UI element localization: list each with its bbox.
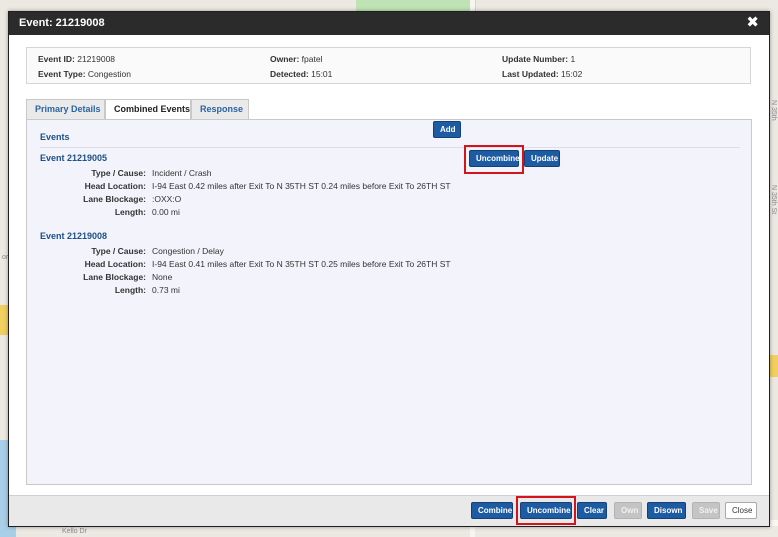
map-label: Kello Dr <box>62 528 87 535</box>
head-location-label: Head Location: <box>84 181 146 191</box>
event-title: Event 21219005 <box>40 153 108 163</box>
event-id-value: 21219008 <box>77 54 116 64</box>
dialog-body: Event ID: 21219008 Event Type: Congestio… <box>9 35 769 495</box>
detected-label: Detected: <box>270 69 309 79</box>
detail-row: Length: 0.00 mi <box>27 207 757 219</box>
owner-field: Owner: fpatel <box>270 54 322 64</box>
detail-row: Lane Blockage: None <box>27 272 757 284</box>
event-type-value: Congestion <box>87 69 131 79</box>
detail-row: Head Location: I-94 East 0.42 miles afte… <box>27 181 757 193</box>
event-id-field: Event ID: 21219008 <box>38 54 115 64</box>
disown-button[interactable]: Disown <box>647 502 686 519</box>
dialog-footer: Combine Uncombine Clear Own Disown Save … <box>9 495 769 526</box>
length-label: Length: <box>114 207 146 217</box>
last-updated-value: 15:02 <box>561 69 583 79</box>
lane-blockage-label: Lane Blockage: <box>83 272 146 282</box>
combine-button[interactable]: Combine <box>471 502 513 519</box>
update-number-value: 1 <box>570 54 576 64</box>
detected-value: 15:01 <box>311 69 333 79</box>
lane-blockage-label: Lane Blockage: <box>83 194 146 204</box>
head-location-value: I-94 East 0.42 miles after Exit To N 35T… <box>152 181 451 191</box>
footer-uncombine-button[interactable]: Uncombine <box>520 502 572 519</box>
update-number-label: Update Number: <box>502 54 569 64</box>
detail-row: Length: 0.73 mi <box>27 285 757 297</box>
detail-row: Type / Cause: Congestion / Delay <box>27 246 757 258</box>
head-location-value: I-94 East 0.41 miles after Exit To N 35T… <box>152 259 451 269</box>
tab-primary-details[interactable]: Primary Details <box>26 99 105 119</box>
owner-label: Owner: <box>270 54 300 64</box>
length-label: Length: <box>114 285 146 295</box>
event-title: Event 21219008 <box>40 231 108 241</box>
events-heading: Events <box>40 132 70 142</box>
type-cause-label: Type / Cause: <box>91 168 146 178</box>
detail-row: Type / Cause: Incident / Crash <box>27 168 757 180</box>
detected-field: Detected: 15:01 <box>270 69 332 79</box>
clear-button[interactable]: Clear <box>577 502 607 519</box>
length-value: 0.73 mi <box>152 285 180 295</box>
map-label: N 35th <box>770 100 777 121</box>
map-highway-segment <box>769 355 778 377</box>
type-cause-value: Incident / Crash <box>152 168 212 178</box>
uncombine-button[interactable]: Uncombine <box>469 150 520 167</box>
save-button[interactable]: Save <box>692 502 720 519</box>
owner-value: fpatel <box>301 54 323 64</box>
event-id-label: Event ID: <box>38 54 75 64</box>
close-icon[interactable]: ✖ <box>746 14 759 32</box>
add-button[interactable]: Add <box>433 121 461 138</box>
detail-row: Lane Blockage: :OXX:O <box>27 194 757 206</box>
event-type-label: Event Type: <box>38 69 86 79</box>
divider <box>40 147 740 148</box>
event-summary: Event ID: 21219008 Event Type: Congestio… <box>26 47 751 84</box>
last-updated-label: Last Updated: <box>502 69 559 79</box>
dialog-title-bar[interactable]: Event: 21219008 ✖ <box>9 12 769 35</box>
map-label: N 35th St <box>770 185 777 215</box>
lane-blockage-value: None <box>152 272 173 282</box>
update-button[interactable]: Update <box>524 150 560 167</box>
detail-row: Head Location: I-94 East 0.41 miles afte… <box>27 259 757 271</box>
close-button[interactable]: Close <box>725 502 757 519</box>
tab-response[interactable]: Response <box>191 99 249 119</box>
dialog-title: Event: 21219008 <box>19 17 105 29</box>
own-button[interactable]: Own <box>614 502 642 519</box>
type-cause-label: Type / Cause: <box>91 246 146 256</box>
last-updated-field: Last Updated: 15:02 <box>502 69 582 79</box>
head-location-label: Head Location: <box>84 259 146 269</box>
event-type-field: Event Type: Congestion <box>38 69 131 79</box>
length-value: 0.00 mi <box>152 207 180 217</box>
combined-events-panel: Events Add Event 21219005 Uncombine Upda… <box>26 119 752 485</box>
update-number-field: Update Number: 1 <box>502 54 575 64</box>
lane-blockage-value: :OXX:O <box>152 194 182 204</box>
event-dialog: Event: 21219008 ✖ Event ID: 21219008 Eve… <box>8 11 770 527</box>
tab-combined-events[interactable]: Combined Events <box>105 99 191 120</box>
type-cause-value: Congestion / Delay <box>152 246 224 256</box>
